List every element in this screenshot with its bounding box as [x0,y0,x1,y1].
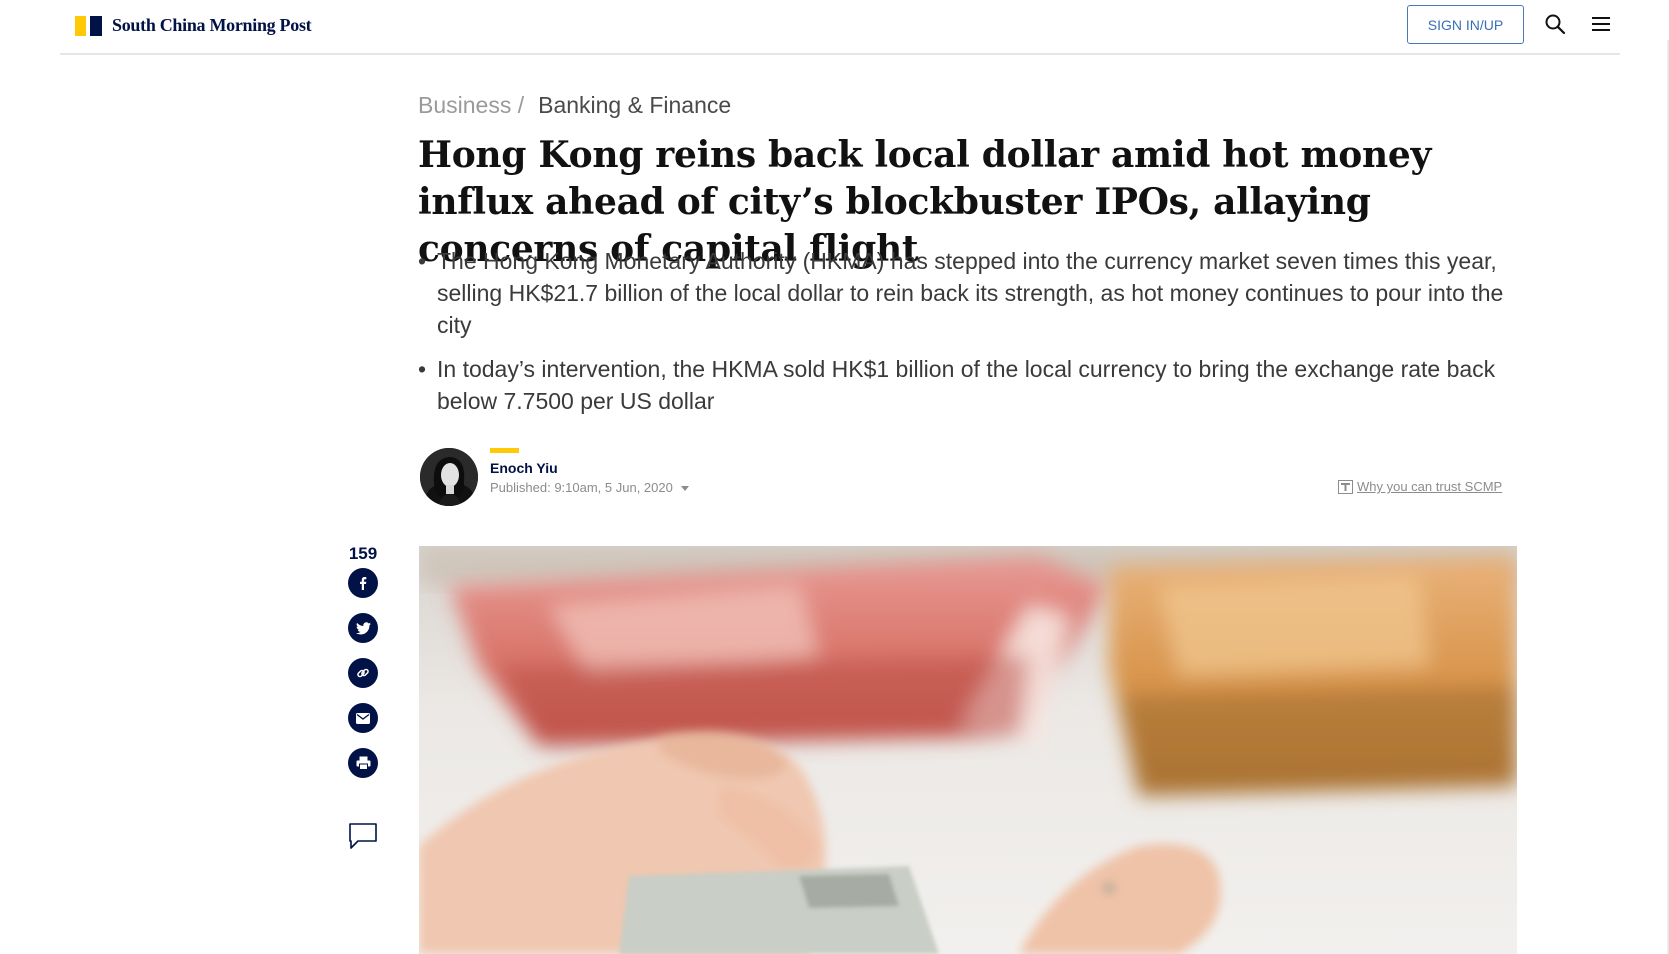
currency-counting-photo [419,546,1517,954]
author-name-link[interactable]: Enoch Yiu [490,460,558,476]
email-icon [356,712,370,724]
published-date: Published: 9:10am, 5 Jun, 2020 [490,480,673,495]
author-accent-bar [490,448,519,453]
search-icon[interactable] [1544,13,1566,35]
logo-mark [75,15,102,36]
summary-text: In today’s intervention, the HKMA sold H… [437,356,1496,414]
breadcrumb: Business / Banking & Finance [418,92,731,119]
trust-icon [1338,479,1353,494]
brand-name: South China Morning Post [112,15,312,35]
summary-text: The Hong Kong Monetary Authority (HKMA) … [437,248,1504,338]
link-icon [357,668,369,678]
breadcrumb-parent-label: Business [418,92,512,118]
hero-image [419,546,1517,954]
twitter-icon [355,621,371,634]
breadcrumb-parent-link[interactable]: Business / [418,92,524,119]
print-button[interactable] [348,748,378,778]
breadcrumb-separator: / [517,92,525,118]
summary-item: • The Hong Kong Monetary Authority (HKMA… [418,245,1508,341]
copy-link-button[interactable] [348,658,378,688]
bullet: • [418,248,427,274]
comment-icon[interactable] [348,822,378,850]
print-icon [356,756,370,770]
email-share-button[interactable] [348,703,378,733]
scmp-logo[interactable]: South China Morning Post [75,15,312,36]
summary-item: • In today’s intervention, the HKMA sold… [418,353,1508,417]
site-header: South China Morning Post SIGN IN/UP [60,0,1620,55]
published-dropdown[interactable]: Published: 9:10am, 5 Jun, 2020 [490,480,689,495]
facebook-share-button[interactable] [348,568,378,598]
breadcrumb-current-link[interactable]: Banking & Finance [538,92,731,119]
share-count: 159 [348,544,378,563]
author-avatar[interactable] [420,448,478,506]
facebook-icon [360,577,367,590]
bullet: • [418,356,427,382]
trust-scmp-link[interactable]: Why you can trust SCMP [1338,479,1502,494]
chevron-down-icon [680,486,689,491]
twitter-share-button[interactable] [348,613,378,643]
trust-link-label: Why you can trust SCMP [1357,479,1503,494]
hamburger-menu-icon[interactable] [1590,13,1612,35]
article-summary: • The Hong Kong Monetary Authority (HKMA… [418,245,1508,429]
sign-in-button[interactable]: SIGN IN/UP [1407,5,1524,44]
